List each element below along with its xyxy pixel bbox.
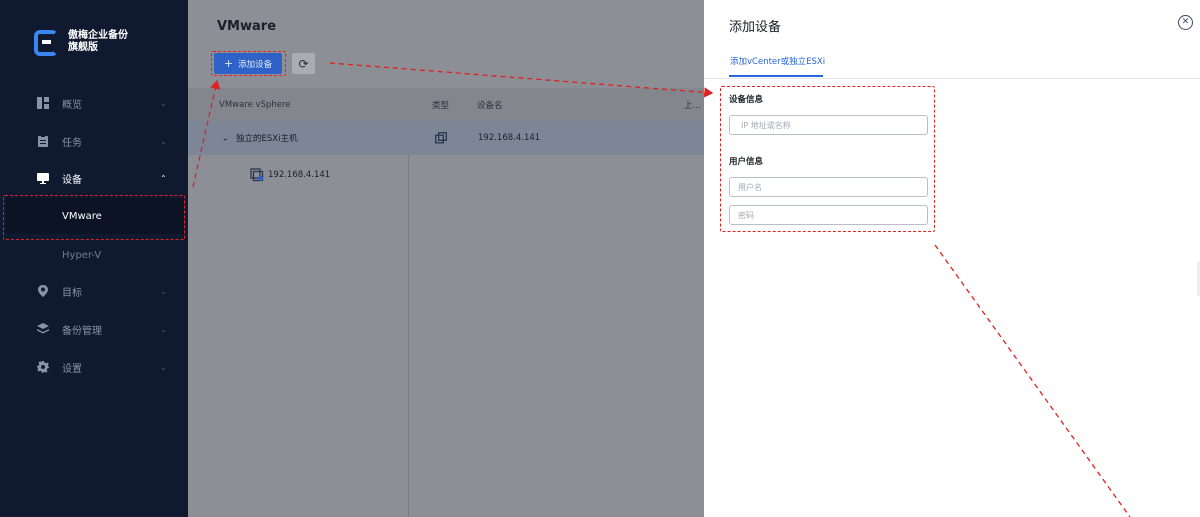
- sidebar-item-tasks[interactable]: 任务 ⌄: [0, 126, 188, 156]
- close-icon: ✕: [1181, 17, 1190, 27]
- tab-active-indicator: [729, 75, 823, 77]
- layers-icon: [37, 323, 49, 334]
- sidebar-item-label: 设备: [62, 174, 82, 186]
- device-name-cell: 192.168.4.141: [478, 133, 541, 143]
- sidebar-item-label: 备份管理: [62, 325, 102, 337]
- brand-name: 傲梅企业备份: [68, 30, 128, 41]
- add-device-button[interactable]: + 添加设备: [214, 53, 282, 74]
- chevron-down-icon: ⌄: [160, 362, 167, 372]
- sidebar-subitem-vmware[interactable]: VMware: [6, 198, 184, 234]
- chevron-down-icon: ⌄: [160, 286, 167, 296]
- tab-divider: [704, 78, 1200, 79]
- sidebar-item-overview[interactable]: 概览 ⌄: [0, 88, 188, 118]
- brand: 傲梅企业备份 旗舰版: [34, 30, 128, 56]
- chevron-down-icon: ⌄: [160, 324, 167, 334]
- location-pin-icon: [38, 285, 48, 297]
- child-host-name: 192.168.4.141: [268, 170, 331, 180]
- sidebar: 傲梅企业备份 旗舰版 概览 ⌄ 任务 ⌄ 设备 ⌃ VMware Hyper-V…: [0, 0, 188, 517]
- sidebar-item-label: 任务: [62, 137, 82, 149]
- username-input[interactable]: [729, 177, 928, 197]
- host-group-name: 独立的ESXi主机: [236, 134, 298, 144]
- sidebar-item-label: 目标: [62, 287, 82, 299]
- sidebar-item-backup-management[interactable]: 备份管理 ⌄: [0, 314, 188, 344]
- vm-host-icon: [250, 168, 264, 182]
- password-input[interactable]: [729, 205, 928, 225]
- refresh-button[interactable]: ⟳: [292, 53, 315, 74]
- column-header-vsphere: VMware vSphere: [219, 99, 291, 110]
- sidebar-subitem-hyperv[interactable]: Hyper-V: [0, 237, 188, 273]
- close-button[interactable]: ✕: [1178, 15, 1193, 30]
- table-row[interactable]: 192.168.4.141: [188, 158, 704, 192]
- chevron-down-icon[interactable]: ⌄: [222, 134, 229, 143]
- clipboard-icon: [38, 135, 48, 147]
- chevron-down-icon: ⌄: [160, 98, 167, 108]
- table-row[interactable]: ⌄ 独立的ESXi主机 192.168.4.141: [188, 121, 704, 155]
- column-header-last: 上...: [684, 100, 701, 111]
- sidebar-item-label: 设置: [62, 363, 82, 375]
- sidebar-item-devices[interactable]: 设备 ⌃: [0, 163, 188, 193]
- add-device-button-label: 添加设备: [238, 59, 273, 70]
- host-type-icon: [435, 132, 447, 144]
- chevron-down-icon: ⌄: [160, 136, 167, 146]
- sidebar-item-target[interactable]: 目标 ⌄: [0, 276, 188, 306]
- sidebar-subitem-label: Hyper-V: [62, 249, 102, 261]
- sidebar-item-label: 概览: [62, 99, 82, 111]
- add-device-drawer: 添加设备 ✕ 添加vCenter或独立ESXi 设备信息 用户信息: [704, 0, 1200, 517]
- table-header: VMware vSphere 类型 设备名 上...: [188, 88, 704, 121]
- sidebar-subitem-label: VMware: [62, 210, 102, 222]
- brand-logo-icon: [34, 30, 58, 56]
- refresh-icon: ⟳: [298, 56, 309, 71]
- ip-address-input[interactable]: [729, 115, 928, 135]
- page-title: VMware: [217, 19, 277, 34]
- device-info-label: 设备信息: [729, 95, 764, 105]
- drawer-title: 添加设备: [729, 20, 782, 35]
- brand-edition: 旗舰版: [68, 42, 98, 53]
- dashboard-icon: [37, 97, 49, 109]
- column-header-device-name: 设备名: [477, 100, 503, 111]
- column-divider: [408, 155, 409, 517]
- gear-icon: [37, 361, 49, 373]
- main-panel: VMware + 添加设备 ⟳ VMware vSphere 类型 设备名 上.…: [188, 0, 704, 517]
- user-info-label: 用户信息: [729, 157, 764, 167]
- chevron-up-icon: ⌃: [160, 173, 167, 183]
- sidebar-item-settings[interactable]: 设置 ⌄: [0, 352, 188, 382]
- tab-vcenter-esxi[interactable]: 添加vCenter或独立ESXi: [730, 55, 825, 67]
- monitor-icon: [37, 173, 49, 184]
- column-header-type: 类型: [432, 100, 450, 111]
- plus-icon: +: [223, 57, 234, 70]
